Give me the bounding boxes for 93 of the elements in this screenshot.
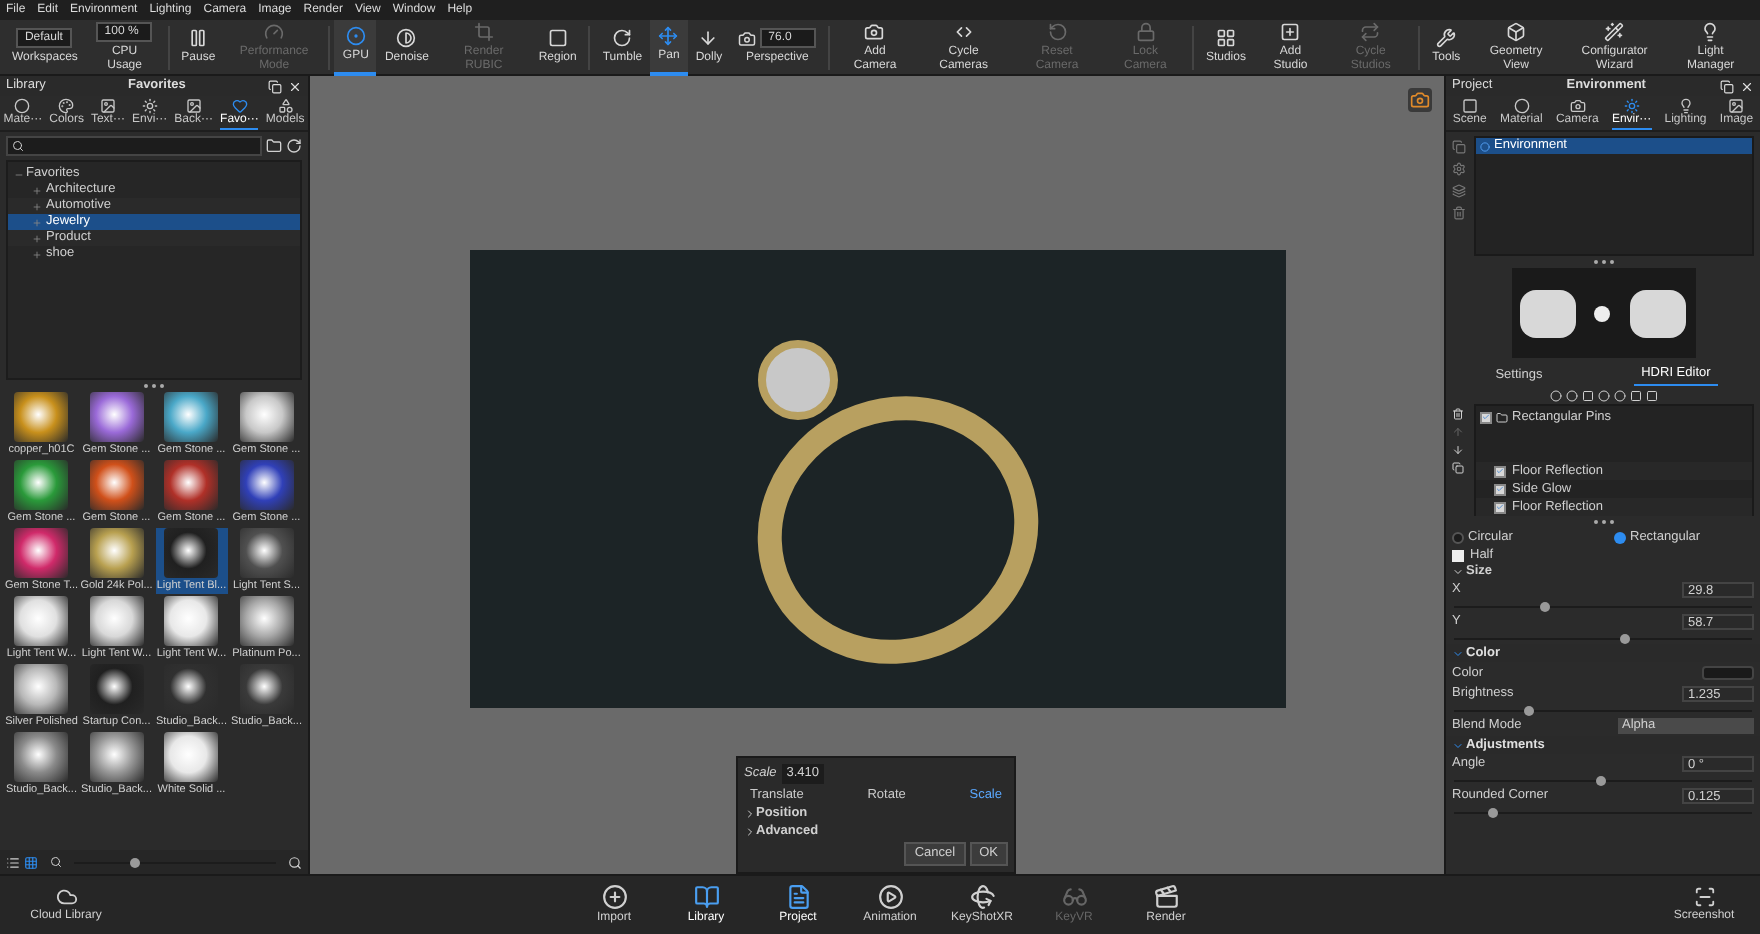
cycle-icon [1360, 21, 1381, 41]
arrows-icon [953, 21, 974, 41]
light-checkbox[interactable] [1494, 501, 1506, 513]
move-icon [658, 26, 679, 46]
tab-icon [185, 98, 202, 114]
undock-icon[interactable] [268, 79, 282, 93]
zoom-out-icon [50, 856, 62, 868]
chevron-icon [1452, 739, 1464, 751]
expand-icon[interactable] [32, 233, 42, 243]
checkbox[interactable] [1452, 549, 1464, 561]
duplicate-icon[interactable] [1452, 462, 1464, 474]
search-field[interactable] [6, 136, 262, 156]
half-circle-icon [396, 28, 417, 48]
document-icon [785, 883, 811, 909]
layers-icon[interactable] [1451, 184, 1465, 198]
splitter-handle[interactable] [1589, 516, 1617, 528]
slider-thumb[interactable] [1539, 601, 1550, 611]
play-icon [877, 883, 903, 909]
tab-icon [58, 98, 75, 114]
rotate-3d-icon [969, 883, 995, 909]
splitter-handle[interactable] [1589, 256, 1617, 268]
slider[interactable] [1454, 806, 1752, 818]
slider-thumb[interactable] [130, 857, 141, 867]
clapperboard-icon [1153, 883, 1179, 909]
folder-icon[interactable] [266, 138, 282, 154]
grid-view-icon[interactable] [24, 855, 38, 869]
tab-icon [1623, 98, 1640, 114]
radio-button[interactable] [1452, 531, 1464, 543]
screenshot-icon [1693, 885, 1715, 907]
undock-icon[interactable] [1720, 79, 1734, 93]
plus-circle-icon [601, 883, 627, 909]
slider-thumb[interactable] [1524, 705, 1535, 715]
tab-icon [231, 98, 248, 114]
environment-icon [1480, 141, 1490, 151]
light-checkbox[interactable] [1494, 483, 1506, 495]
gauge-icon [264, 21, 285, 41]
tab-icon [1728, 98, 1745, 114]
wrench-icon [1436, 28, 1457, 48]
camera-icon [864, 21, 885, 41]
circle-icon [345, 26, 366, 46]
reset-icon [1047, 21, 1068, 41]
tab-icon [14, 98, 31, 114]
wand-icon [1604, 21, 1625, 41]
arrow-down-icon [698, 28, 719, 48]
chevron-icon [1452, 647, 1464, 659]
search-icon [12, 140, 24, 152]
expand-icon[interactable] [32, 185, 42, 195]
expand-icon[interactable] [32, 249, 42, 259]
splitter-handle[interactable] [140, 380, 168, 392]
lock-icon [1135, 21, 1156, 41]
crop-icon [473, 21, 494, 41]
slider[interactable] [1454, 600, 1752, 612]
camera-icon [738, 29, 757, 47]
book-icon [693, 883, 719, 909]
arrow-down-icon[interactable] [1452, 444, 1464, 456]
plus-square-icon [1280, 21, 1301, 41]
light-checkbox[interactable] [1494, 465, 1506, 477]
grid-icon [1215, 28, 1236, 48]
slider[interactable] [1454, 632, 1752, 644]
zoom-in-icon [288, 855, 302, 869]
tab-icon [99, 98, 116, 114]
tab-icon [1569, 98, 1586, 114]
settings-icon[interactable] [1451, 162, 1465, 176]
radio-button[interactable] [1614, 531, 1626, 543]
slider[interactable] [74, 856, 276, 868]
cloud-icon [55, 885, 77, 907]
tab-icon [1677, 98, 1694, 114]
slider[interactable] [1454, 704, 1752, 716]
tab-icon [277, 98, 294, 114]
light-checkbox[interactable] [1480, 411, 1492, 423]
slider-thumb[interactable] [1488, 807, 1499, 817]
list-view-icon[interactable] [6, 855, 20, 869]
duplicate-icon[interactable] [1451, 140, 1465, 154]
camera-icon[interactable] [1408, 88, 1432, 112]
cube-icon [1506, 21, 1527, 41]
tab-icon [1513, 98, 1530, 114]
close-icon[interactable] [288, 79, 302, 93]
lightbulb-icon [1700, 21, 1721, 41]
folder-icon [1496, 411, 1508, 423]
slider-thumb[interactable] [1596, 775, 1606, 785]
rotate-icon [612, 28, 633, 48]
slider-thumb[interactable] [1619, 633, 1630, 643]
color-swatch[interactable] [1702, 666, 1754, 680]
close-icon[interactable] [1740, 79, 1754, 93]
square-icon [547, 28, 568, 48]
tab-icon [1461, 98, 1478, 114]
tab-icon [141, 98, 158, 114]
slider[interactable] [1454, 774, 1752, 786]
pause-icon [188, 28, 209, 48]
glasses-icon [1061, 883, 1087, 909]
expand-icon[interactable] [32, 201, 42, 211]
refresh-icon[interactable] [286, 138, 302, 154]
chevron-icon [1452, 566, 1464, 578]
